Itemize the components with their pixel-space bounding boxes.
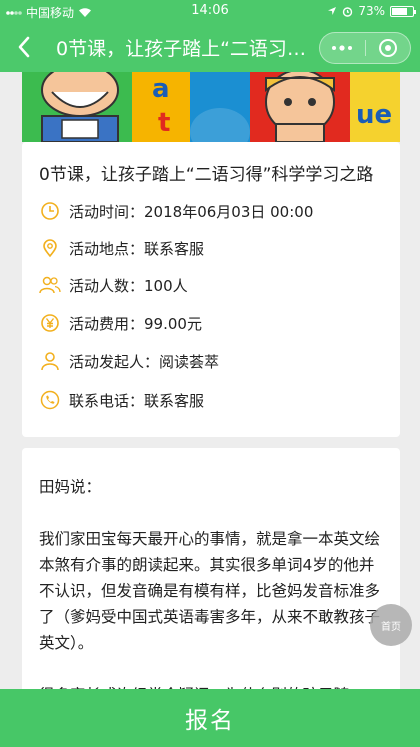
activity-organizer-row: 活动发起人： 阅读荟萃: [39, 350, 219, 372]
banner-panel-red: [250, 72, 350, 142]
banner-panel-yellow: a t: [132, 72, 190, 142]
activity-time-row: 活动时间： 2018年06月03日 00:00: [39, 200, 313, 222]
activity-info-card: 0节课，让孩子踏上“二语习得”科学学习之路 活动时间： 2018年06月03日 …: [22, 142, 400, 437]
more-dots-icon: [332, 45, 353, 51]
people-icon: [39, 274, 61, 296]
banner-letter-t: t: [158, 108, 171, 138]
activity-fee-label: 活动费用：: [69, 314, 145, 333]
activity-count-value: 100人: [144, 276, 188, 295]
activity-phone-value: 联系客服: [144, 391, 205, 410]
mini-program-capsule: [319, 32, 411, 64]
activity-organizer-label: 活动发起人：: [69, 352, 160, 371]
cartoon-boy-thinking-illustration: [265, 72, 335, 142]
banner-panel-green: [22, 72, 132, 142]
back-button[interactable]: [10, 32, 38, 62]
activity-location-label: 活动地点：: [69, 239, 145, 258]
activity-fee-row: 活动费用： 99.00元: [39, 312, 202, 334]
activity-count-label: 活动人数：: [69, 276, 145, 295]
activity-phone-label: 联系电话：: [69, 391, 145, 410]
home-float-button[interactable]: 首页: [370, 604, 412, 646]
status-right: 73%: [327, 4, 416, 18]
location-pin-icon: [39, 237, 61, 259]
battery-icon: [390, 5, 416, 17]
nav-title: 0节课，让孩子踏上“二语习得”科学学习之路: [56, 38, 306, 60]
banner-letter-a: a: [152, 74, 170, 104]
activity-location-value: 联系客服: [144, 239, 205, 258]
clock-icon: [39, 200, 61, 222]
activity-organizer-value: 阅读荟萃: [159, 352, 220, 371]
battery-percent: 73%: [358, 4, 385, 18]
activity-fee-value: 99.00元: [144, 314, 202, 333]
nav-bar: 0节课，让孩子踏上“二语习得”科学学习之路: [0, 22, 420, 72]
activity-phone-row[interactable]: 联系电话： 联系客服: [39, 389, 204, 411]
activity-location-row: 活动地点： 联系客服: [39, 237, 204, 259]
banner-panel-blue: [190, 72, 250, 142]
yen-icon: [39, 312, 61, 334]
activity-title: 0节课，让孩子踏上“二语习得”科学学习之路: [39, 165, 374, 185]
banner-panel-yellow-right: ue: [350, 72, 400, 142]
phone-icon: [39, 389, 61, 411]
more-button[interactable]: [320, 33, 365, 63]
cartoon-child-illustration: [41, 72, 119, 142]
activity-time-value: 2018年06月03日 00:00: [144, 202, 314, 221]
description-paragraph: 田妈说：: [39, 478, 102, 496]
activity-count-row: 活动人数： 100人: [39, 274, 188, 296]
activity-time-label: 活动时间：: [69, 202, 145, 221]
alarm-icon: [343, 6, 353, 17]
person-icon: [39, 350, 61, 372]
banner-letters-ue: ue: [356, 100, 393, 130]
status-bar: 中国移动 14:06 73%: [0, 0, 420, 22]
back-arrow-icon: [18, 36, 30, 58]
location-arrow-icon: [328, 7, 337, 15]
close-button[interactable]: [366, 33, 411, 63]
signup-button[interactable]: 报名: [0, 689, 420, 747]
activity-banner-image: a t ue: [22, 72, 400, 142]
description-paragraph: 我们家田宝每天最开心的事情，就是拿一本英文绘本煞有介事的朗读起来。其实很多单词4…: [39, 530, 381, 652]
close-target-icon: [378, 39, 397, 57]
